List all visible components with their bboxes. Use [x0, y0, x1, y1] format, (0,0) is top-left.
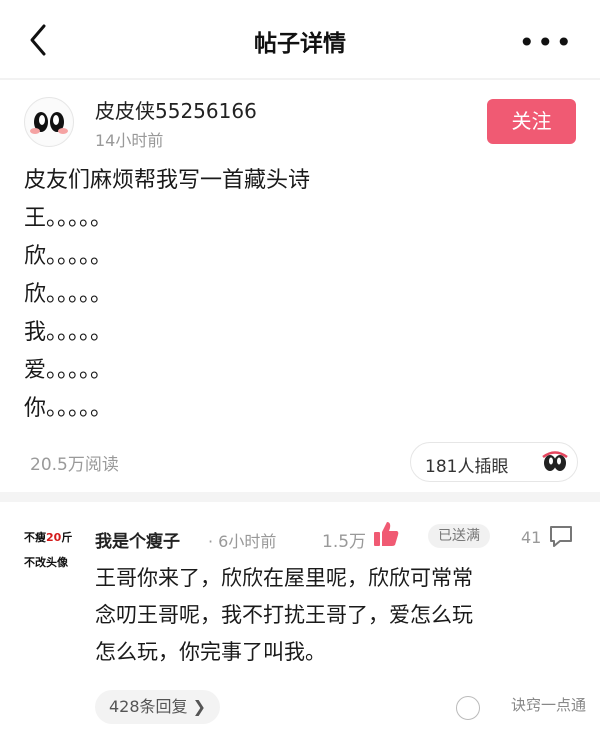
avatar-text: 不改头像: [24, 556, 68, 569]
post-line: 爱。。。。。: [24, 358, 113, 383]
section-divider: [0, 492, 600, 502]
post-line: 王。。。。。: [24, 206, 113, 231]
avatar-text: 不瘦: [24, 531, 46, 544]
avatar-text-highlight: 20: [46, 531, 62, 544]
commenter-username[interactable]: 我是个瘦子: [95, 527, 180, 552]
watermark-text: 诀窍一点通: [510, 696, 586, 714]
comment-content: 王哥你来了，欣欣在屋里呢，欣欣可常常 念叨王哥呢，我不打扰王哥了，爱怎么玩 怎么…: [95, 560, 585, 671]
comment-line: 怎么玩，你完事了叫我。: [95, 640, 326, 664]
post-username[interactable]: 皮皮侠55256166: [95, 95, 257, 124]
post-content: 皮友们麻烦帮我写一首藏头诗 王。。。。。 欣。。。。。 欣。。。。。 我。。。。…: [24, 162, 310, 428]
post-line: 你。。。。。: [24, 396, 113, 421]
user-avatar[interactable]: [24, 97, 74, 147]
post-line: 皮友们麻烦帮我写一首藏头诗: [24, 168, 311, 193]
post-line: 欣。。。。。: [24, 244, 113, 269]
comment-like-count: 1.5万: [322, 532, 367, 552]
top-bar: 帖子详情 •••: [0, 0, 600, 78]
eyes-icon: [542, 451, 568, 471]
comment-reply-count: 41: [521, 528, 542, 547]
commenter-avatar[interactable]: 不瘦20斤 不改头像: [24, 525, 74, 575]
header-divider: [0, 78, 600, 80]
reaction-button[interactable]: 181人插眼: [410, 442, 578, 482]
avatar-text: 斤: [61, 531, 73, 544]
reaction-label: 181人插眼: [425, 457, 509, 477]
more-options-icon[interactable]: •••: [518, 26, 574, 59]
thumbs-up-icon[interactable]: [372, 520, 400, 548]
comment-line: 王哥你来了，欣欣在屋里呢，欣欣可常常: [95, 566, 473, 590]
follow-button[interactable]: 关注: [487, 99, 576, 144]
comment-icon[interactable]: [548, 524, 574, 548]
post-line: 欣。。。。。: [24, 282, 113, 307]
page-title: 帖子详情: [254, 31, 346, 57]
watermark-logo-icon: [456, 696, 480, 720]
comment-line: 念叨王哥呢，我不打扰王哥了，爱怎么玩: [95, 603, 473, 627]
post-line: 我。。。。。: [24, 320, 113, 345]
post-timestamp: 14小时前: [95, 131, 164, 150]
comment-timestamp: · 6小时前: [208, 532, 277, 551]
view-count: 20.5万阅读: [30, 455, 119, 475]
gift-status-badge: 已送满: [428, 524, 490, 548]
view-replies-button[interactable]: 428条回复 ❯: [95, 690, 221, 724]
